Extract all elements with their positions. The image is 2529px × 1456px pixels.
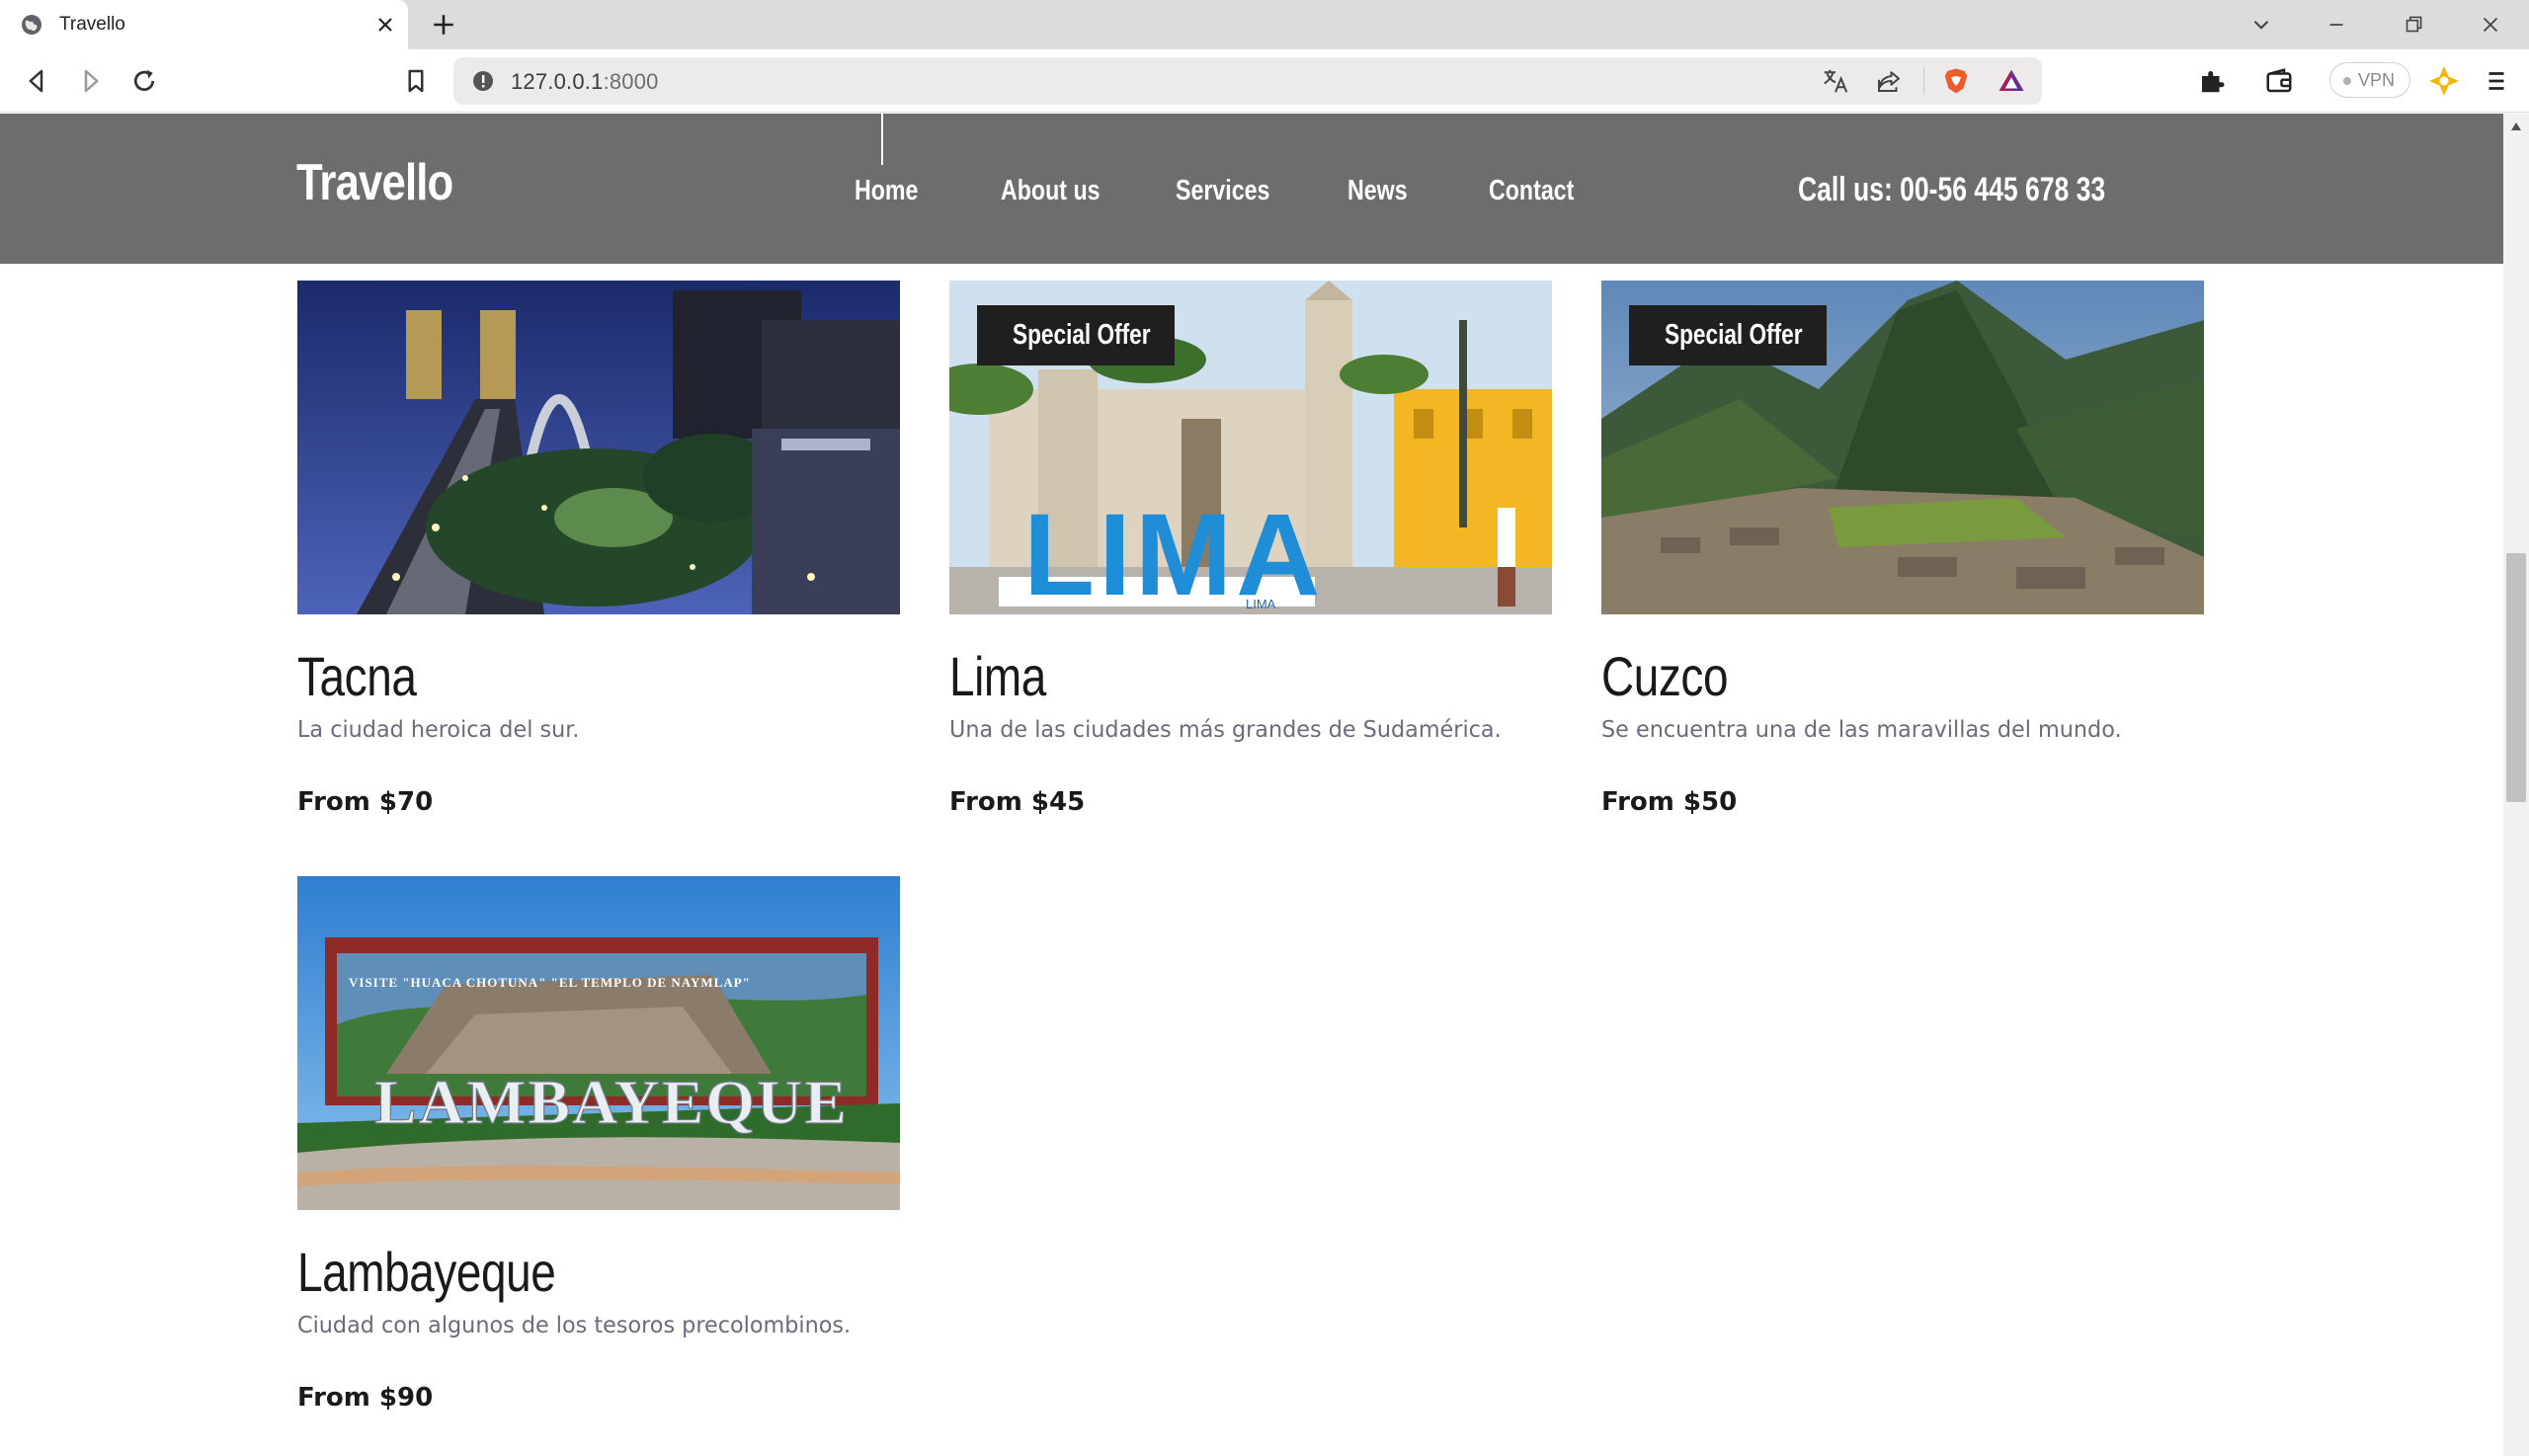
- vpn-button[interactable]: VPN: [2329, 62, 2410, 98]
- scroll-up-arrow-icon[interactable]: [2510, 121, 2522, 131]
- call-us-phone: Call us: 00-56 445 678 33: [1798, 171, 2106, 208]
- close-window-icon[interactable]: [2478, 12, 2503, 38]
- destination-name[interactable]: Cuzco: [1601, 644, 1729, 708]
- destination-name[interactable]: Tacna: [297, 644, 417, 708]
- destination-name[interactable]: Lima: [949, 644, 1046, 708]
- new-tab-icon[interactable]: [431, 12, 456, 38]
- nav-home[interactable]: Home: [855, 175, 918, 207]
- site-info-icon[interactable]: [471, 69, 495, 93]
- forward-icon[interactable]: [76, 66, 106, 96]
- wallet-icon[interactable]: [2264, 66, 2294, 96]
- bookmark-icon[interactable]: [401, 66, 431, 96]
- crypto-extension-icon[interactable]: [2426, 63, 2462, 99]
- special-offer-badge: Special Offer: [1629, 305, 1827, 365]
- destination-price: From $70: [297, 787, 434, 817]
- brave-shields-icon[interactable]: [1941, 66, 1971, 96]
- vpn-status-dot: [2343, 77, 2351, 85]
- site-header: Travello Home About us Services News Con…: [0, 114, 2503, 264]
- destination-description: Una de las ciudades más grandes de Sudam…: [949, 717, 1502, 743]
- destination-description: Ciudad con algunos de los tesoros precol…: [297, 1313, 852, 1338]
- vpn-label: VPN: [2358, 70, 2396, 90]
- cuzco-photo[interactable]: Special Offer: [1601, 281, 2204, 614]
- tab-title: Travello: [59, 14, 125, 35]
- destination-name[interactable]: Lambayeque: [297, 1240, 556, 1304]
- nav-about-us[interactable]: About us: [1001, 175, 1101, 207]
- back-icon[interactable]: [22, 66, 51, 96]
- close-tab-icon[interactable]: [373, 13, 397, 37]
- destination-price: From $50: [1601, 787, 1738, 817]
- browser-toolbar: 127.0.0.1:8000 VPN: [0, 49, 2529, 113]
- destination-price: From $90: [297, 1383, 434, 1413]
- address-bar[interactable]: 127.0.0.1:8000: [453, 57, 2042, 105]
- brave-rewards-icon[interactable]: [1997, 66, 2026, 96]
- badge-label: Special Offer: [1013, 319, 1151, 351]
- nav-active-indicator: [881, 114, 883, 165]
- badge-label: Special Offer: [1665, 319, 1803, 351]
- lambayeque-sign-text: LAMBAYEQUE: [374, 1067, 849, 1137]
- lima-photo[interactable]: LIMA LIMA Special Offer: [949, 281, 1552, 614]
- nav-news[interactable]: News: [1347, 175, 1408, 207]
- browser-tab[interactable]: Travello: [0, 0, 408, 49]
- extensions-icon[interactable]: [2197, 66, 2227, 96]
- nav-contact[interactable]: Contact: [1489, 175, 1574, 207]
- url-text[interactable]: 127.0.0.1:8000: [511, 69, 659, 95]
- destination-price: From $45: [949, 787, 1086, 817]
- scrollbar-thumb[interactable]: [2506, 553, 2526, 802]
- share-icon[interactable]: [1874, 66, 1904, 96]
- site-logo[interactable]: Travello: [296, 153, 453, 212]
- tacna-photo[interactable]: [297, 281, 900, 614]
- restore-icon[interactable]: [2401, 12, 2426, 38]
- translate-icon[interactable]: [1821, 66, 1850, 96]
- minimize-icon[interactable]: [2324, 12, 2349, 38]
- menu-icon[interactable]: [2482, 66, 2511, 96]
- reload-icon[interactable]: [129, 66, 159, 96]
- lima-sign-text: LIMA: [1023, 490, 1324, 614]
- tab-search-icon[interactable]: [2248, 12, 2274, 38]
- browser-tabstrip: Travello: [0, 0, 2529, 49]
- destination-description: Se encuentra una de las maravillas del m…: [1601, 717, 2122, 743]
- destination-description: La ciudad heroica del sur.: [297, 717, 580, 743]
- special-offer-badge: Special Offer: [977, 305, 1175, 365]
- lima-small-sign-text: LIMA: [1246, 597, 1276, 611]
- lambayeque-photo[interactable]: VISITE "HUACA CHOTUNA" "EL TEMPLO DE NAY…: [297, 876, 900, 1210]
- nav-services[interactable]: Services: [1176, 175, 1269, 207]
- globe-icon: [22, 15, 41, 35]
- lambayeque-banner-text: VISITE "HUACA CHOTUNA" "EL TEMPLO DE NAY…: [349, 975, 751, 990]
- page-viewport: Travello Home About us Services News Con…: [0, 114, 2503, 1456]
- page-scrollbar[interactable]: [2503, 114, 2529, 1456]
- omnibox-divider: [1923, 67, 1924, 95]
